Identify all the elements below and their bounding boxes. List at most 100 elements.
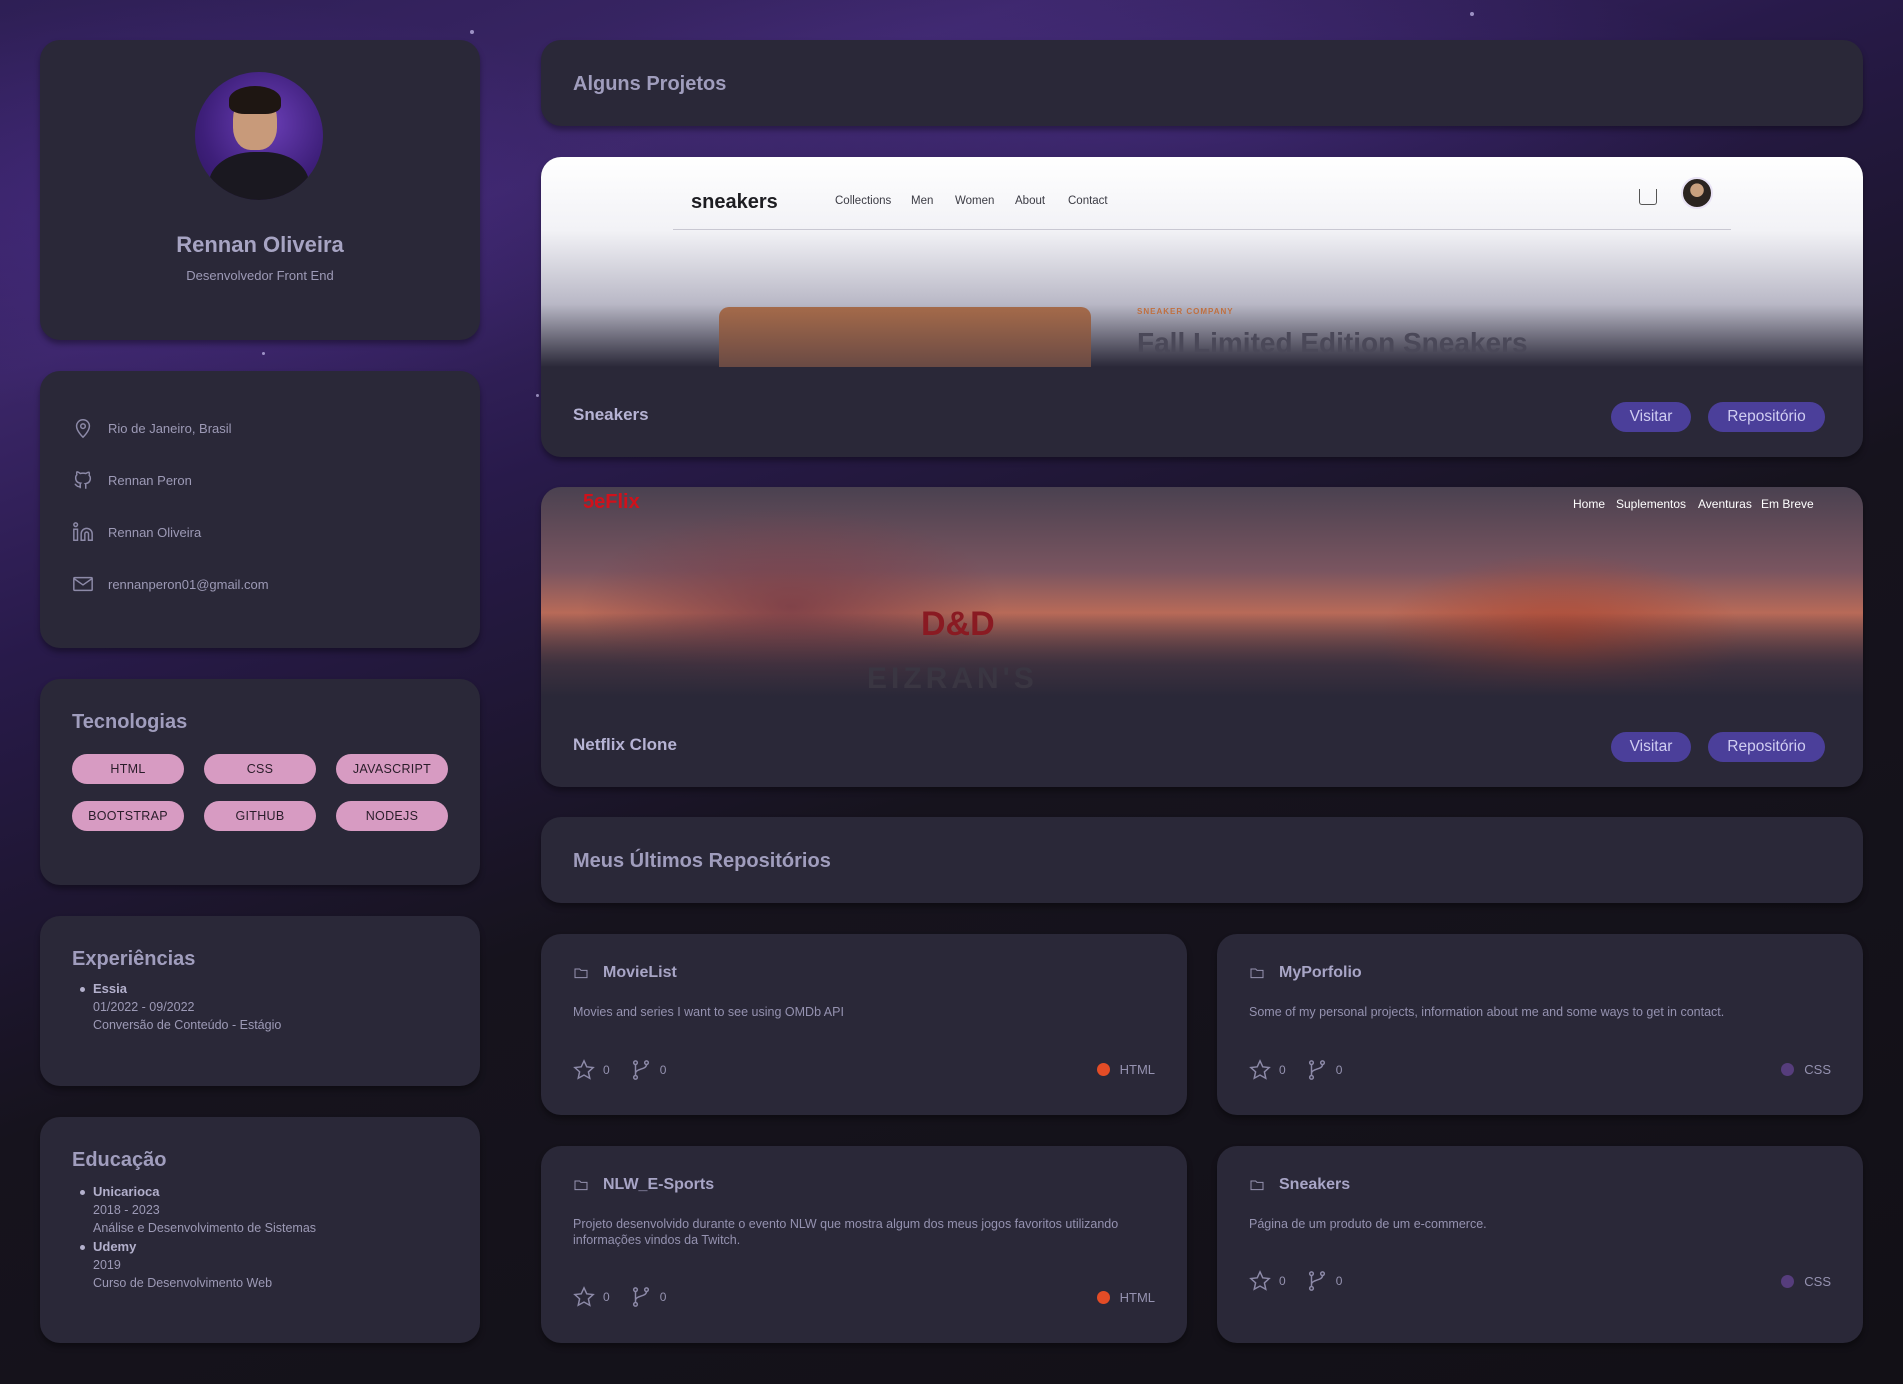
folder-icon [1250, 1180, 1264, 1191]
education-item: Udemy 2019 Curso de Desenvolvimento Web [72, 1238, 272, 1292]
repo-description: Projeto desenvolvido durante o evento NL… [573, 1217, 1119, 1247]
tech-tag-html: HTML [72, 754, 184, 784]
fork-icon [1308, 1271, 1325, 1291]
fork-icon [632, 1287, 649, 1307]
repo-card[interactable]: MovieList Movies and series I want to se… [541, 934, 1187, 1115]
project-preview-netflix[interactable]: 5eFlix Home Suplementos Aventuras Em Bre… [541, 487, 1863, 697]
repository-button[interactable]: Repositório [1708, 732, 1825, 762]
tech-tag-github: GITHUB [204, 801, 316, 831]
language-color-dot [1096, 1063, 1110, 1076]
profile-card: Rennan Oliveira Desenvolvedor Front End [40, 40, 480, 340]
projects-title: Alguns Projetos [573, 73, 727, 95]
repo-language: HTML [1096, 1290, 1155, 1305]
education-item: Unicarioca 2018 - 2023 Análise e Desenvo… [72, 1183, 316, 1237]
repositories-header: Meus Últimos Repositórios [541, 817, 1863, 903]
contact-card: Rio de Janeiro, Brasil Rennan Peron Renn… [40, 371, 480, 648]
language-color-dot [1096, 1291, 1110, 1304]
education-period: 2019 [93, 1258, 121, 1272]
education-period: 2018 - 2023 [93, 1203, 160, 1217]
repo-forks: 0 [659, 1290, 667, 1304]
repo-card[interactable]: NLW_E-Sports Projeto desenvolvido durant… [541, 1146, 1187, 1343]
repo-stats: 0 0 [1249, 1270, 1342, 1292]
repo-forks: 0 [659, 1063, 667, 1077]
linkedin-row[interactable]: Rennan Oliveira [72, 521, 201, 543]
repo-stars: 0 [603, 1063, 610, 1077]
repo-title: MyPorfolio [1249, 964, 1362, 982]
project-name: Sneakers [573, 405, 649, 424]
folder-icon [1250, 968, 1264, 979]
dnd-emblem: D&D [921, 605, 995, 643]
repo-forks: 0 [1335, 1274, 1343, 1288]
experience-company: Essia [72, 980, 281, 998]
repo-title: MovieList [573, 964, 677, 982]
star-decoration [470, 30, 474, 34]
language-label: HTML [1119, 1290, 1155, 1305]
experience-period: 01/2022 - 09/2022 [93, 1000, 195, 1014]
project-card-netflix: 5eFlix Home Suplementos Aventuras Em Bre… [541, 487, 1863, 787]
education-school: Udemy [72, 1238, 272, 1256]
repository-button[interactable]: Repositório [1708, 402, 1825, 432]
sneakers-logo: sneakers [691, 191, 778, 213]
experience-card: Experiências Essia 01/2022 - 09/2022 Con… [40, 916, 480, 1086]
project-preview-sneakers[interactable]: sneakers Collections Men Women About Con… [541, 157, 1863, 367]
star-decoration [1470, 12, 1474, 16]
netflix-nav-item: Home [1573, 497, 1606, 511]
user-avatar-icon [1681, 177, 1713, 209]
linkedin-text: Rennan Oliveira [108, 524, 202, 540]
visit-button[interactable]: Visitar [1611, 402, 1691, 432]
sneakers-headline: Fall Limited Edition Sneakers [1137, 327, 1528, 358]
star-icon [1249, 1059, 1271, 1080]
language-label: CSS [1804, 1062, 1831, 1077]
github-row[interactable]: Rennan Peron [72, 469, 192, 491]
profile-name: Rennan Oliveira [176, 232, 344, 257]
education-desc: Curso de Desenvolvimento Web [93, 1276, 273, 1290]
location-row: Rio de Janeiro, Brasil [72, 417, 232, 439]
repo-stars: 0 [1279, 1274, 1286, 1288]
folder-icon [574, 968, 588, 979]
sneakers-nav-item: Collections [835, 195, 892, 207]
project-card-sneakers: sneakers Collections Men Women About Con… [541, 157, 1863, 457]
profile-role: Desenvolvedor Front End [186, 268, 334, 283]
repo-description: Some of my personal projects, informatio… [1249, 1005, 1725, 1019]
mail-icon [73, 576, 93, 592]
education-desc: Análise e Desenvolvimento de Sistemas [93, 1221, 317, 1235]
star-decoration [536, 394, 539, 397]
sneakers-nav-item: Contact [1068, 195, 1108, 207]
email-text: rennanperon01@gmail.com [108, 576, 269, 592]
repo-forks: 0 [1335, 1063, 1343, 1077]
visit-button[interactable]: Visitar [1611, 732, 1691, 762]
tech-tag-javascript: JAVASCRIPT [336, 754, 448, 784]
map-pin-icon [75, 419, 91, 439]
experience-item: Essia 01/2022 - 09/2022 Conversão de Con… [72, 980, 281, 1034]
star-icon [573, 1286, 595, 1307]
email-row[interactable]: rennanperon01@gmail.com [72, 573, 269, 595]
tech-tag-css: CSS [204, 754, 316, 784]
projects-header: Alguns Projetos [541, 40, 1863, 126]
repo-stats: 0 0 [573, 1286, 666, 1308]
repo-description: Página de um produto de um e-commerce. [1249, 1217, 1487, 1231]
netflix-banner-text: EIZRAN'S [867, 662, 1038, 695]
sneakers-nav-item: Men [911, 195, 934, 207]
repo-language: CSS [1781, 1062, 1831, 1077]
netflix-logo: 5eFlix [583, 491, 640, 513]
repo-title: Sneakers [1249, 1176, 1350, 1194]
folder-icon [574, 1180, 588, 1191]
sneakers-kicker: SNEAKER COMPANY [1137, 307, 1234, 316]
repo-stars: 0 [1279, 1063, 1286, 1077]
star-icon [573, 1059, 595, 1080]
nav-divider [673, 229, 1731, 230]
language-color-dot [1781, 1063, 1795, 1076]
repo-card[interactable]: Sneakers Página de um produto de um e-co… [1217, 1146, 1863, 1343]
star-decoration [262, 352, 265, 355]
repo-stars: 0 [603, 1290, 610, 1304]
sneakers-nav-item: About [1015, 195, 1046, 207]
repo-language: CSS [1781, 1274, 1831, 1289]
education-school: Unicarioca [72, 1183, 316, 1201]
repo-name: NLW_E-Sports [603, 1176, 715, 1193]
repo-name: MovieList [603, 964, 677, 981]
language-label: CSS [1804, 1274, 1831, 1289]
github-text: Rennan Peron [108, 472, 192, 488]
education-card: Educação Unicarioca 2018 - 2023 Análise … [40, 1117, 480, 1343]
repo-card[interactable]: MyPorfolio Some of my personal projects,… [1217, 934, 1863, 1115]
language-label: HTML [1119, 1062, 1155, 1077]
